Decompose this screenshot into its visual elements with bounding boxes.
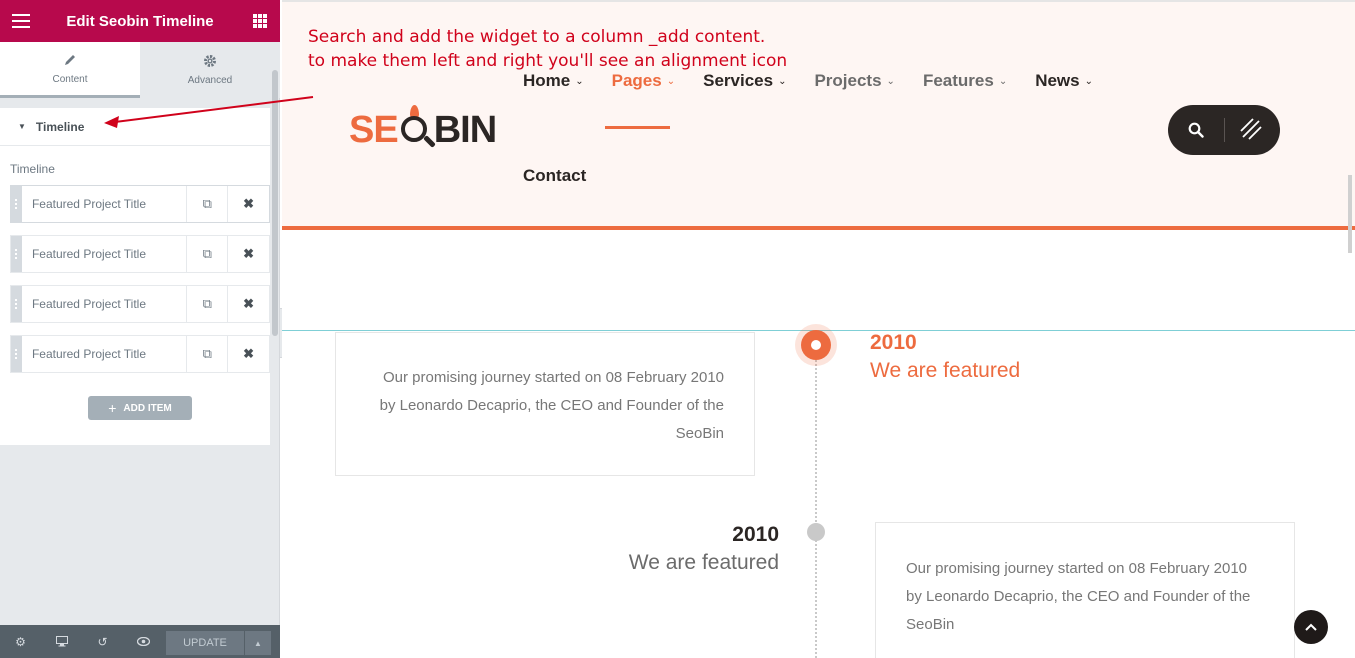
chevron-down-icon: ⌄ [666, 75, 676, 87]
hamburger-menu-icon[interactable] [12, 14, 30, 28]
plus-icon: + [108, 400, 117, 416]
caret-down-icon: ▼ [18, 122, 26, 131]
chevron-down-icon: ⌄ [778, 75, 787, 87]
timeline-heading: We are featured [870, 359, 1021, 382]
header-accent-line [282, 226, 1355, 230]
panel-scrollbar[interactable] [272, 70, 278, 336]
nav-item-features[interactable]: Features ⌄ [923, 71, 1007, 91]
widgets-grid-icon[interactable] [253, 14, 267, 28]
chevron-down-icon: ⌄ [886, 75, 895, 87]
nav-item-services[interactable]: Services ⌄ [703, 71, 786, 91]
control-label: Timeline [10, 162, 55, 176]
nav-label: Projects [814, 71, 882, 90]
update-button[interactable]: UPDATE [166, 631, 244, 655]
logo-text-part2: BIN [433, 108, 497, 151]
nav-label: News [1035, 71, 1080, 90]
tab-content[interactable]: Content [0, 42, 140, 98]
repeater-item-title[interactable]: Featured Project Title [22, 286, 188, 322]
nav-item-news[interactable]: News ⌄ [1035, 71, 1093, 91]
monitor-icon[interactable] [41, 625, 82, 658]
duplicate-icon[interactable]: ⧉ [187, 336, 229, 372]
timeline-heading: We are featured [628, 551, 779, 574]
repeater-item-title[interactable]: Featured Project Title [22, 236, 188, 272]
editor-panel: Edit Seobin Timeline Content Advanced ▼ … [0, 0, 280, 658]
timeline-text: Our promising journey started on 08 Febr… [379, 369, 724, 442]
timeline-marker-active [801, 330, 831, 360]
chevron-down-icon: ⌄ [1084, 75, 1094, 87]
nav-item-home[interactable]: Home ⌄ [523, 71, 584, 91]
repeater-item[interactable]: Featured Project Title ⧉ ✖ [10, 285, 270, 323]
add-item-label: ADD ITEM [123, 402, 172, 414]
preview-scrollbar[interactable] [1348, 175, 1352, 253]
timeline-card: Our promising journey started on 08 Febr… [875, 522, 1295, 658]
history-icon[interactable]: ↺ [82, 625, 123, 658]
drag-handle-icon[interactable] [11, 236, 22, 272]
panel-title: Edit Seobin Timeline [66, 12, 214, 30]
nav-label: Services [703, 71, 774, 90]
search-icon[interactable] [1168, 122, 1224, 138]
preview-canvas: SE BIN Home ⌄ Pages ⌄ Services ⌄ Project… [282, 0, 1355, 658]
timeline-card: Our promising journey started on 08 Febr… [335, 332, 755, 476]
annotation-line-2: to make them left and right you'll see a… [308, 51, 788, 71]
chevron-up-icon [1305, 623, 1317, 631]
repeater-item-title[interactable]: Featured Project Title [22, 186, 188, 222]
remove-icon[interactable]: ✖ [228, 286, 269, 322]
tab-content-label: Content [52, 73, 88, 85]
drag-handle-icon[interactable] [11, 186, 22, 222]
instruction-annotation: Search and add the widget to a column _a… [308, 25, 787, 73]
drag-handle-icon[interactable] [11, 336, 22, 372]
tab-advanced-label: Advanced [187, 75, 233, 86]
repeater-item[interactable]: Featured Project Title ⧉ ✖ [10, 185, 270, 223]
remove-icon[interactable]: ✖ [228, 336, 269, 372]
eye-icon[interactable] [123, 625, 164, 658]
settings-gear-icon[interactable]: ⚙ [0, 625, 41, 658]
timeline-marker [807, 523, 825, 541]
nav-active-underline [605, 126, 670, 129]
chevron-down-icon: ⌄ [575, 75, 584, 87]
panel-tabs: Content Advanced [0, 42, 280, 98]
caret-up-icon[interactable]: ▲ [245, 631, 271, 655]
panel-header: Edit Seobin Timeline [0, 0, 280, 42]
magnifier-flame-icon [399, 105, 436, 148]
back-to-top-button[interactable] [1294, 610, 1328, 644]
header-actions [1168, 105, 1280, 155]
nav-label: Features [922, 71, 994, 90]
timeline-year: 2010 [870, 331, 917, 354]
annotation-line-1: Search and add the widget to a column _a… [308, 27, 766, 47]
main-nav: Home ⌄ Pages ⌄ Services ⌄ Projects ⌄ Fea… [523, 71, 1121, 91]
timeline-text: Our promising journey started on 08 Febr… [906, 560, 1251, 633]
offcanvas-menu-icon[interactable] [1225, 117, 1279, 143]
panel-footer: ⚙ ↺ UPDATE ▲ [0, 625, 280, 658]
nav-label: Pages [611, 71, 662, 90]
site-logo[interactable]: SE BIN [349, 105, 497, 155]
nav-item-pages[interactable]: Pages ⌄ [612, 71, 675, 91]
chevron-down-icon: ⌄ [998, 75, 1008, 87]
section-title: Timeline [35, 119, 85, 134]
nav-item-projects[interactable]: Projects ⌄ [814, 71, 894, 91]
logo-text-part1: SE [349, 108, 399, 151]
drag-handle-icon[interactable] [11, 286, 22, 322]
nav-item-contact[interactable]: Contact [523, 166, 586, 186]
remove-icon[interactable]: ✖ [228, 236, 269, 272]
duplicate-icon[interactable]: ⧉ [187, 186, 229, 222]
repeater-item[interactable]: Featured Project Title ⧉ ✖ [10, 235, 270, 273]
timeline-year: 2010 [732, 523, 779, 546]
section-timeline-toggle[interactable]: ▼ Timeline [0, 108, 270, 146]
duplicate-icon[interactable]: ⧉ [187, 236, 229, 272]
repeater-list: Featured Project Title ⧉ ✖ Featured Proj… [10, 185, 270, 385]
remove-icon[interactable]: ✖ [228, 186, 269, 222]
pencil-icon [63, 53, 77, 70]
nav-label: Home [523, 71, 571, 90]
gear-icon [203, 54, 217, 71]
repeater-item-title[interactable]: Featured Project Title [22, 336, 188, 372]
repeater-item[interactable]: Featured Project Title ⧉ ✖ [10, 335, 270, 373]
add-item-button[interactable]: + ADD ITEM [88, 396, 192, 420]
duplicate-icon[interactable]: ⧉ [187, 286, 229, 322]
tab-advanced[interactable]: Advanced [140, 42, 280, 98]
panel-content: ▼ Timeline Timeline Featured Project Tit… [0, 108, 270, 445]
timeline-axis [815, 355, 817, 658]
